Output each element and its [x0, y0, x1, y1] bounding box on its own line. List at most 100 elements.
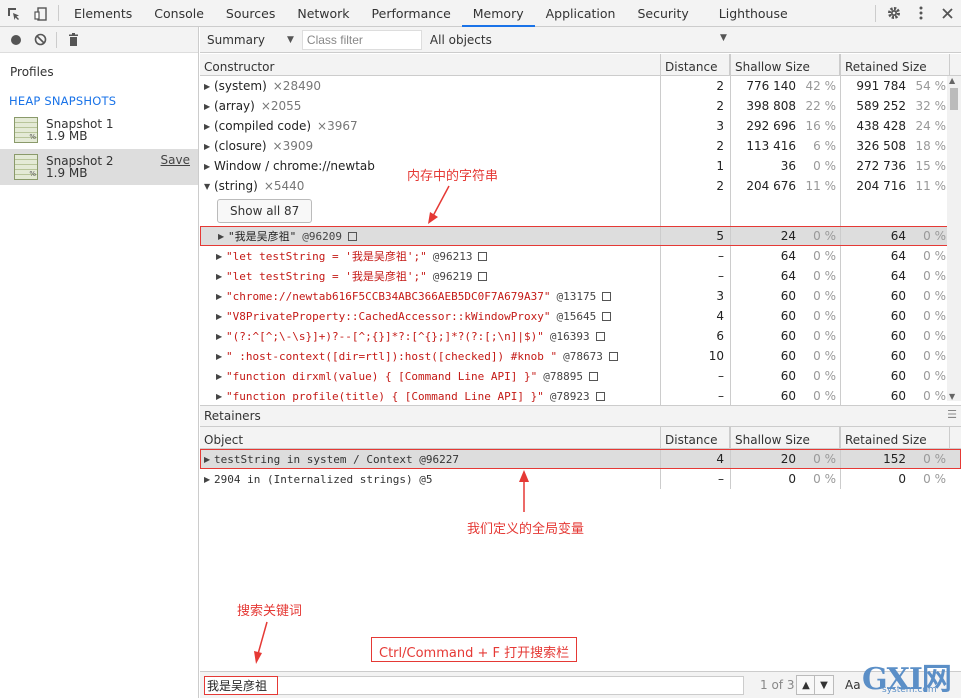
search-prev-button[interactable]: ▲: [796, 675, 816, 695]
col-shallow-size[interactable]: Shallow Size: [730, 427, 840, 448]
table-row[interactable]: ▶ (closure) ×3909 2 113 416 6 % 326 508 18 %: [200, 136, 961, 156]
close-icon[interactable]: [934, 0, 961, 27]
snapshot-item-2[interactable]: % Snapshot 2 1.9 MB Save: [0, 149, 198, 185]
store-global-icon[interactable]: [589, 371, 599, 381]
collapsed-triangle-icon[interactable]: ▶: [204, 475, 214, 484]
scroll-up-icon[interactable]: ▲: [949, 76, 955, 85]
tab-memory[interactable]: Memory: [461, 0, 535, 27]
tab-network[interactable]: Network: [286, 0, 360, 26]
col-shallow-size[interactable]: Shallow Size: [730, 54, 840, 75]
store-global-icon[interactable]: [595, 391, 605, 401]
record-icon[interactable]: [4, 28, 28, 52]
store-global-icon[interactable]: [602, 291, 612, 301]
string-cell: ▶ "let testString = '我是吴彦祖';" @96213: [200, 246, 660, 266]
class-filter-input[interactable]: [301, 29, 422, 50]
shallow-size-cell-percent: 0 %: [813, 472, 836, 486]
device-toolbar-icon[interactable]: [27, 0, 54, 27]
table-row[interactable]: ▶ (system) ×28490 2 776 140 42 % 991 784 54 %: [200, 76, 961, 96]
col-retained-size[interactable]: Retained Size: [840, 54, 950, 75]
string-row[interactable]: ▶ "function profile(title) { [Command Lin…: [200, 386, 961, 406]
scroll-down-icon[interactable]: ▼: [949, 392, 955, 401]
collapsed-triangle-icon[interactable]: ▶: [216, 312, 226, 321]
collapsed-triangle-icon[interactable]: ▶: [204, 122, 214, 131]
show-all-row: Show all 87: [200, 196, 961, 226]
col-distance[interactable]: Distance: [660, 427, 730, 448]
chevron-up-icon: ▲: [802, 679, 810, 691]
scrollbar-thumb[interactable]: [950, 88, 958, 110]
collapsed-triangle-icon[interactable]: ▶: [216, 272, 226, 281]
retained-size-cell-percent: 0 %: [923, 369, 946, 383]
collapsed-triangle-icon[interactable]: ▶: [204, 102, 214, 111]
clear-icon[interactable]: [28, 28, 52, 52]
string-row[interactable]: ▶ "let testString = '我是吴彦祖';" @96213 – 64 0 %…: [200, 246, 961, 266]
store-global-icon[interactable]: [595, 331, 605, 341]
tab-performance[interactable]: Performance: [361, 0, 462, 26]
string-row[interactable]: ▶ "(?:^[^;\-\s}]+)?--[^;{}]*?:[^{};]*?(?:…: [200, 326, 961, 346]
view-select[interactable]: Summary ▼: [200, 33, 294, 47]
store-global-icon[interactable]: [478, 271, 488, 281]
scope-select[interactable]: All objects ▼: [422, 33, 727, 47]
tab-label: Performance: [371, 5, 451, 21]
gear-icon[interactable]: [880, 0, 907, 27]
string-row[interactable]: ▶ "let testString = '我是吴彦祖';" @96219 – 64 0 %…: [200, 266, 961, 286]
drag-handle-icon[interactable]: ☰: [947, 408, 957, 421]
string-row[interactable]: ▶ "function dirxml(value) { [Command Line…: [200, 366, 961, 386]
search-input[interactable]: [204, 676, 744, 695]
col-retained-size[interactable]: Retained Size: [840, 427, 950, 448]
snapshot-item-1[interactable]: % Snapshot 1 1.9 MB: [0, 112, 198, 148]
collapsed-triangle-icon[interactable]: ▶: [216, 292, 226, 301]
string-row[interactable]: ▶ "我是吴彦祖" @96209 5 24 0 % 64 0 %: [200, 226, 961, 246]
tab-lighthouse[interactable]: Lighthouse: [700, 0, 799, 26]
retainer-row[interactable]: ▶ testString in system / Context @96227 4 2…: [200, 449, 961, 469]
collapsed-triangle-icon[interactable]: ▶: [216, 332, 226, 341]
tab-security[interactable]: Security: [626, 0, 699, 26]
vertical-scrollbar[interactable]: ▲ ▼: [947, 76, 961, 401]
tab-elements[interactable]: Elements: [63, 0, 143, 26]
save-snapshot-link[interactable]: Save: [161, 153, 190, 167]
string-row[interactable]: ▶ "V8PrivateProperty::CachedAccessor::kWi…: [200, 306, 961, 326]
retainer-row[interactable]: ▶ 2904 in (Internalized strings) @5–0 0 % 0…: [200, 469, 961, 489]
tab-application[interactable]: Application: [535, 0, 627, 26]
constructor-name: Window / chrome://newtab: [214, 159, 375, 173]
search-next-button[interactable]: ▼: [814, 675, 834, 695]
inspect-element-icon[interactable]: [0, 0, 27, 27]
match-case-toggle[interactable]: Aa: [845, 678, 861, 692]
instance-count: ×2055: [260, 99, 302, 113]
table-row[interactable]: ▶ Window / chrome://newtab 1 36 0 % 272 736 15…: [200, 156, 961, 176]
collapsed-triangle-icon[interactable]: ▶: [216, 372, 226, 381]
retained-size-cell: 60 0 %: [840, 326, 950, 346]
store-global-icon[interactable]: [608, 351, 618, 361]
heap-snapshots-title: HEAP SNAPSHOTS: [9, 94, 117, 108]
collapsed-triangle-icon[interactable]: ▶: [216, 352, 226, 361]
table-row[interactable]: ▼ (string) ×5440 2 204 676 11 % 204 716 11 %: [200, 176, 961, 196]
retainer-text: testString in system / Context @96227: [214, 452, 460, 466]
collapsed-triangle-icon[interactable]: ▶: [204, 82, 214, 91]
col-object[interactable]: Object: [200, 427, 660, 448]
collapsed-triangle-icon[interactable]: ▶: [204, 162, 214, 171]
expanded-triangle-icon[interactable]: ▼: [204, 182, 214, 191]
store-global-icon[interactable]: [478, 251, 488, 261]
store-global-icon[interactable]: [602, 311, 612, 321]
store-global-icon[interactable]: [348, 231, 357, 241]
collapsed-triangle-icon[interactable]: ▶: [218, 232, 228, 241]
snapshot-icon: %: [14, 117, 38, 143]
string-row[interactable]: ▶ "chrome://newtab616F5CCB34ABC366AEB5DC0…: [200, 286, 961, 306]
shallow-size-cell-percent: 0 %: [813, 369, 836, 383]
table-row[interactable]: ▶ (compiled code) ×3967 3 292 696 16 % 438 428…: [200, 116, 961, 136]
trash-icon[interactable]: [61, 28, 85, 52]
table-row[interactable]: ▶ (array) ×2055 2 398 808 22 % 589 252 32 %: [200, 96, 961, 116]
tab-sources[interactable]: Sources: [215, 0, 286, 26]
retained-size-cell-value: 64: [890, 249, 906, 263]
retained-size-cell-percent: 24 %: [915, 119, 947, 133]
collapsed-triangle-icon[interactable]: ▶: [216, 392, 226, 401]
col-distance[interactable]: Distance: [660, 54, 730, 75]
more-options-icon[interactable]: [907, 0, 934, 27]
annotation-shortcut-box: Ctrl/Command + F 打开搜索栏: [371, 637, 577, 662]
collapsed-triangle-icon[interactable]: ▶: [204, 455, 214, 464]
col-constructor[interactable]: Constructor: [200, 54, 660, 75]
string-row[interactable]: ▶ " :host-context([dir=rtl]):host([checke…: [200, 346, 961, 366]
tab-console[interactable]: Console: [143, 0, 215, 26]
collapsed-triangle-icon[interactable]: ▶: [216, 252, 226, 261]
collapsed-triangle-icon[interactable]: ▶: [204, 142, 214, 151]
show-all-button[interactable]: Show all 87: [217, 199, 313, 223]
